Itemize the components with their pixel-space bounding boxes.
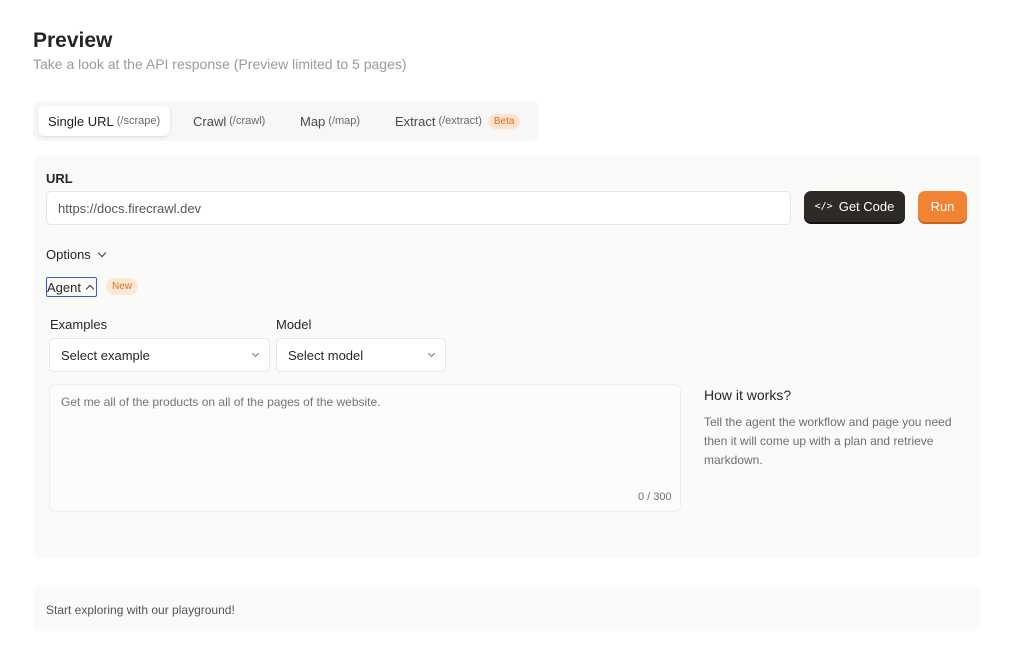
get-code-label: Get Code [838,199,895,214]
tab-extract-label: Extract [395,113,436,129]
url-input[interactable] [46,191,791,225]
tab-crawl-sub: (/crawl) [229,115,266,127]
chevron-down-icon [427,349,436,357]
get-code-button[interactable]: </> Get Code [804,191,905,222]
run-button[interactable]: Run [918,191,967,222]
tab-single-url[interactable]: Single URL (/scrape) [38,106,171,136]
beta-badge: Beta [487,113,521,129]
examples-select-value: Select example [61,347,150,363]
page-subtitle: Take a look at the API response (Preview… [33,56,407,72]
code-icon: </> [814,201,833,212]
chevron-down-icon [97,248,107,257]
agent-toggle[interactable]: Agent [46,277,97,297]
footer-text: Start exploring with our playground! [46,603,235,617]
tab-bar: Single URL (/scrape) Crawl (/crawl) Map … [33,101,539,141]
model-select[interactable]: Select model [276,338,446,372]
chevron-down-icon [251,349,260,357]
tab-map-label: Map [300,113,326,129]
character-counter: 0 / 300 [638,491,672,503]
options-label: Options [46,247,91,262]
tab-single-url-label: Single URL [48,113,114,129]
tab-single-url-sub: (/scrape) [116,115,161,127]
chevron-up-icon [85,284,95,293]
how-it-works-text: Tell the agent the workflow and page you… [704,415,952,467]
tab-extract[interactable]: Extract (/extract) Beta [387,106,528,136]
agent-label: Agent [47,279,81,295]
model-label: Model [276,317,312,332]
model-select-value: Select model [288,347,364,363]
agent-prompt-input[interactable] [49,384,681,512]
how-it-works-title: How it works? [704,387,792,403]
playground-footer: Start exploring with our playground! [33,587,980,631]
tab-map[interactable]: Map (/map) [292,106,368,136]
examples-select[interactable]: Select example [49,338,270,372]
scrape-panel: URL </> Get Code Run Options Agent New E… [33,156,980,558]
tab-crawl[interactable]: Crawl (/crawl) [185,106,273,136]
tab-map-sub: (/map) [328,115,361,127]
examples-label: Examples [50,317,108,332]
page-title: Preview [33,29,113,52]
url-label: URL [46,171,73,186]
new-badge: New [106,278,139,295]
options-toggle[interactable]: Options [46,247,107,262]
tab-crawl-label: Crawl [193,113,227,129]
tab-extract-sub: (/extract) [438,115,482,127]
